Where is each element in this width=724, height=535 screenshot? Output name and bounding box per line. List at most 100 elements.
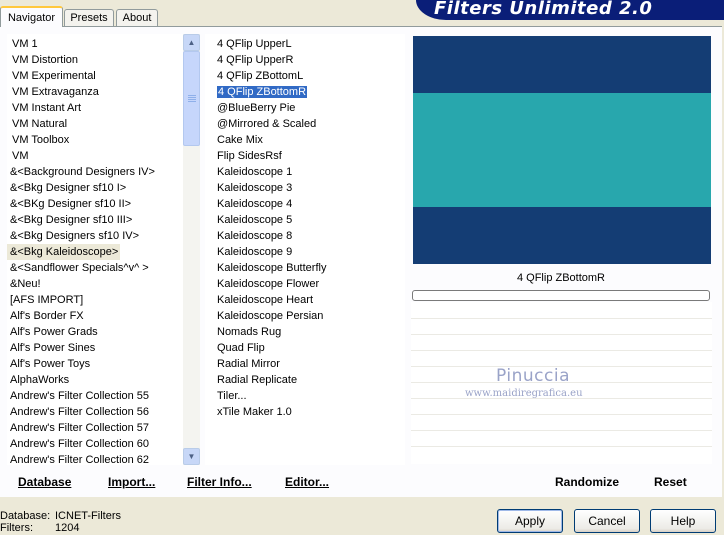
filter-item[interactable]: 4 QFlip UpperL [205,36,292,52]
category-item[interactable]: VM Instant Art [7,100,81,116]
filter-item-label: Kaleidoscope Heart [217,294,314,306]
filter-item[interactable]: Kaleidoscope 4 [205,196,292,212]
filter-item-label: @Mirrored & Scaled [217,118,317,130]
filter-item-label: Kaleidoscope 9 [217,246,293,258]
filter-item-label: Kaleidoscope 3 [217,182,293,194]
filter-item[interactable]: Kaleidoscope 8 [205,228,292,244]
scroll-thumb[interactable] [183,51,200,146]
category-scrollbar[interactable]: ▲ ▼ [183,34,200,465]
category-item[interactable]: VM [7,148,29,164]
category-item[interactable]: &<Bkg Designer sf10 III> [7,212,132,228]
randomize-button[interactable]: Randomize [555,474,619,490]
category-item[interactable]: &<Bkg Designer sf10 I> [7,180,126,196]
category-item[interactable]: Alf's Power Grads [7,324,98,340]
filter-item-label: Kaleidoscope Flower [217,278,320,290]
tab-presets[interactable]: Presets [64,9,114,26]
category-item[interactable]: VM Natural [7,116,67,132]
filter-item[interactable]: Tiler... [205,388,247,404]
category-item[interactable]: VM Distortion [7,52,78,68]
scroll-down-button[interactable]: ▼ [183,448,200,465]
watermark-name: Pinuccia [496,366,570,386]
filter-item[interactable]: Kaleidoscope Heart [205,292,313,308]
filter-item[interactable]: Kaleidoscope Persian [205,308,323,324]
filter-item[interactable]: Kaleidoscope 5 [205,212,292,228]
filter-item[interactable]: Kaleidoscope Flower [205,276,319,292]
preview-caption: 4 QFlip ZBottomR [516,272,606,284]
reset-button[interactable]: Reset [654,474,687,490]
category-item[interactable]: &<BKg Designer sf10 II> [7,196,131,212]
filter-item-label: 4 QFlip ZBottomR [215,85,309,99]
tab-about-label: About [122,12,152,24]
filter-item[interactable]: 4 QFlip UpperR [205,52,293,68]
category-list[interactable]: VM 1 VM Distortion VM Experimental VM Extra… [7,34,183,465]
filter-item[interactable]: @BlueBerry Pie [205,100,295,116]
filter-item-label: 4 QFlip ZBottomL [217,70,304,82]
category-item[interactable]: Andrew's Filter Collection 57 [7,420,149,436]
category-item[interactable]: &<Bkg Designers sf10 IV> [7,228,139,244]
database-button[interactable]: Database [18,474,71,490]
filter-item-label: Kaleidoscope Butterfly [217,262,327,274]
filter-item[interactable]: Kaleidoscope 3 [205,180,292,196]
category-item[interactable]: Andrew's Filter Collection 62 [7,452,149,465]
category-item[interactable]: AlphaWorks [7,372,69,388]
filter-item-label: Quad Flip [217,342,265,354]
filter-item-label: Nomads Rug [217,326,282,338]
filter-item[interactable]: Kaleidoscope 9 [205,244,292,260]
progress-bar [412,290,710,301]
import-button[interactable]: Import... [108,474,155,490]
help-button[interactable]: Help [650,509,716,533]
cancel-button[interactable]: Cancel [574,509,640,533]
filter-item[interactable]: 4 QFlip ZBottomR [205,84,309,100]
category-item[interactable]: &<Bkg Kaleidoscope> [7,244,120,260]
category-item[interactable]: Andrew's Filter Collection 56 [7,404,149,420]
tab-about[interactable]: About [116,9,158,26]
category-item[interactable]: VM 1 [7,36,38,52]
filter-item[interactable]: Flip SidesRsf [205,148,282,164]
status-filters-label: Filters: [0,522,33,534]
filter-item[interactable]: xTile Maker 1.0 [205,404,292,420]
watermark-site: www.maidiregrafica.eu [465,388,583,399]
preview-band [413,36,711,93]
category-item[interactable]: Alf's Power Toys [7,356,90,372]
filter-item[interactable]: Cake Mix [205,132,263,148]
filter-info-button[interactable]: Filter Info... [187,474,252,490]
chevron-up-icon: ▲ [187,38,196,47]
category-item[interactable]: &<Sandflower Specials^v^ > [7,260,149,276]
filter-item[interactable]: Radial Mirror [205,356,280,372]
filter-item[interactable]: @Mirrored & Scaled [205,116,316,132]
filter-item[interactable]: Radial Replicate [205,372,297,388]
category-item[interactable]: [AFS IMPORT] [7,292,83,308]
filter-list[interactable]: 4 QFlip UpperL 4 QFlip UpperR 4 QFlip ZBot… [205,34,405,465]
status-filters-value: 1204 [55,522,80,534]
tab-navigator-label: Navigator [7,12,56,24]
category-item[interactable]: Alf's Border FX [7,308,84,324]
category-item[interactable]: &Neu! [7,276,41,292]
filter-item-label: @BlueBerry Pie [217,102,296,114]
category-item[interactable]: Andrew's Filter Collection 60 [7,436,149,452]
filter-item[interactable]: 4 QFlip ZBottomL [205,68,303,84]
filter-item-label: Kaleidoscope 5 [217,214,293,226]
scroll-up-button[interactable]: ▲ [183,34,200,51]
category-item[interactable]: Andrew's Filter Collection 55 [7,388,149,404]
chevron-down-icon: ▼ [187,452,196,461]
category-item[interactable]: VM Toolbox [7,132,69,148]
apply-button[interactable]: Apply [497,509,563,533]
filter-item[interactable]: Kaleidoscope 1 [205,164,292,180]
filter-item[interactable]: Kaleidoscope Butterfly [205,260,326,276]
filter-item-label: Kaleidoscope 8 [217,230,293,242]
tab-navigator[interactable]: Navigator [0,6,63,27]
category-item[interactable]: Alf's Power Sines [7,340,95,356]
filter-preview [413,36,711,264]
app-title: Filters Unlimited 2.0 [434,0,653,19]
preview-band [413,207,711,264]
filter-item-label: 4 QFlip UpperR [217,54,294,66]
editor-button[interactable]: Editor... [285,474,329,490]
filter-item[interactable]: Quad Flip [205,340,265,356]
preview-band [413,93,711,207]
filter-item-label: Kaleidoscope Persian [217,310,324,322]
filter-item[interactable]: Nomads Rug [205,324,281,340]
filter-item-label: Radial Mirror [217,358,280,370]
category-item[interactable]: VM Experimental [7,68,96,84]
category-item[interactable]: &<Background Designers IV> [7,164,155,180]
category-item[interactable]: VM Extravaganza [7,84,99,100]
